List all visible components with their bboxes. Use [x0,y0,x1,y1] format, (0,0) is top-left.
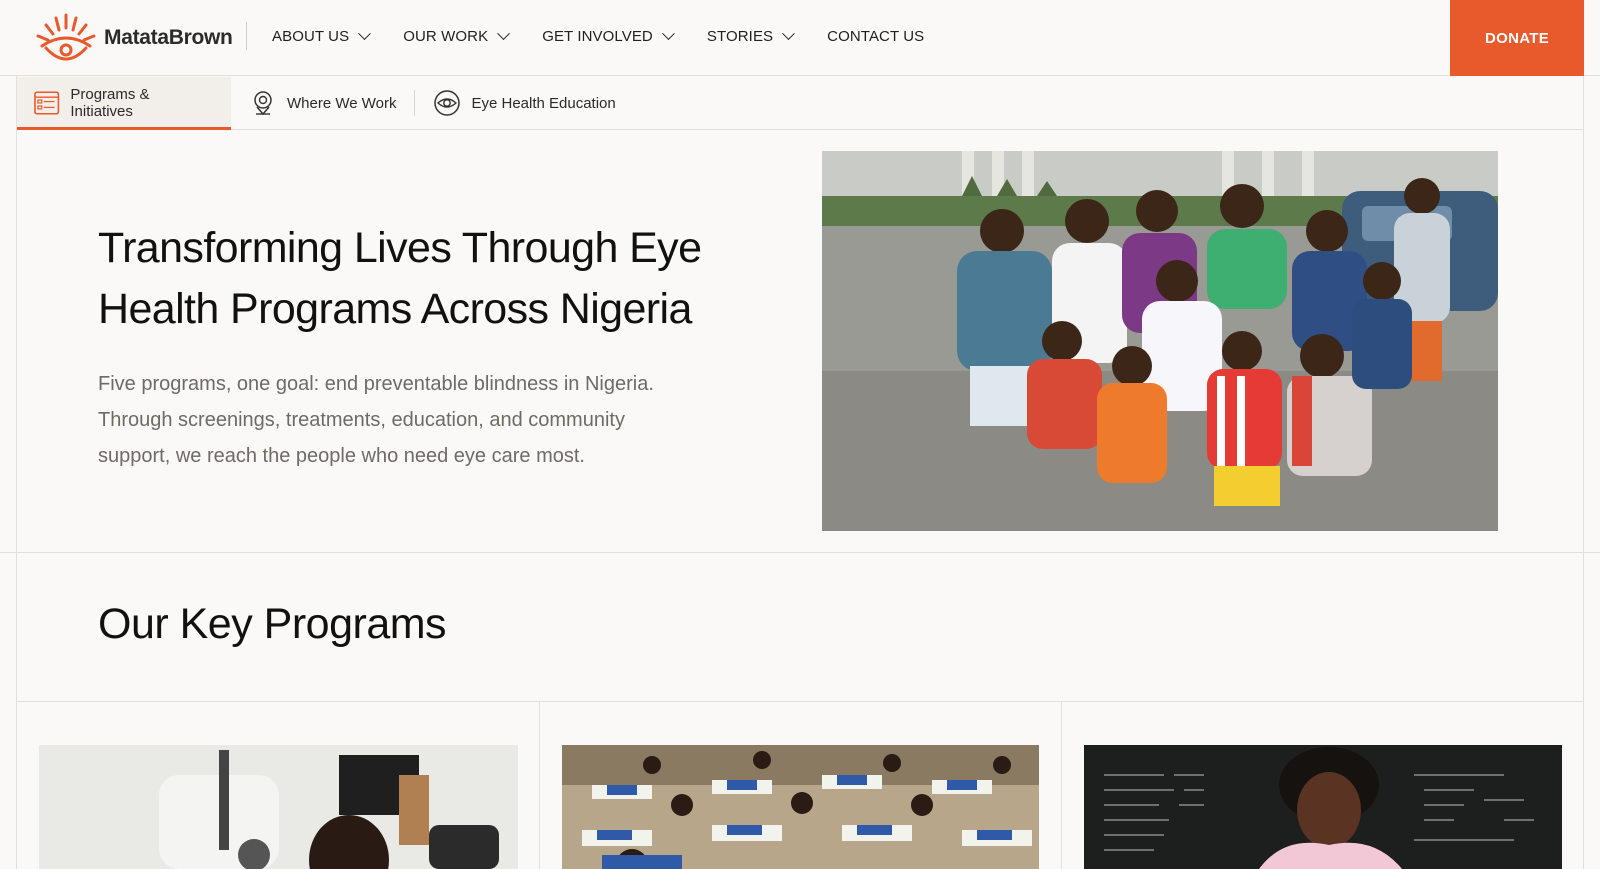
tab-label: Eye Health Education [471,94,616,112]
eye-exam-photo [39,745,518,869]
key-programs-title: Our Key Programs [98,600,447,648]
frame-border-left [16,76,17,869]
nav-our-work[interactable]: OUR WORK [403,26,511,45]
nav-about-us[interactable]: ABOUT US [272,26,372,45]
card-column-divider [1061,702,1062,869]
frame-border-right [1583,76,1584,869]
classroom-photo [562,745,1039,869]
nav-get-involved-label: GET INVOLVED [542,27,653,45]
hero-description: Five programs, one goal: end preventable… [98,373,654,467]
nav-about-us-label: ABOUT US [272,27,350,45]
nav-our-work-label: OUR WORK [403,27,489,45]
nav-get-involved[interactable]: GET INVOLVED [542,26,675,45]
donate-button[interactable]: DONATE [1450,0,1584,76]
hero-title: Transforming Lives Through Eye Health Pr… [98,224,702,333]
hero-photo-children-group [822,151,1498,531]
tab-eye-health-education[interactable]: Eye Health Education [415,77,633,129]
section-divider [17,701,1583,702]
tab-where-we-work[interactable]: Where We Work [231,77,414,129]
list-icon [34,91,60,115]
chevron-down-icon [358,26,372,40]
nav-contact-us[interactable]: CONTACT US [827,28,924,45]
nav-stories-label: STORIES [706,27,774,45]
main-menu: ABOUT US OUR WORK GET INVOLVED STORIES C… [272,0,924,72]
tab-programs-initiatives[interactable]: Programs & Initiatives [17,77,231,130]
eye-icon [434,90,461,116]
chevron-down-icon [497,26,511,40]
program-card-image-eye-exam[interactable] [39,745,518,869]
top-navigation: MatataBrown ABOUT US OUR WORK GET INVOLV… [0,0,1600,76]
chevron-down-icon [782,26,796,40]
logo-divider [246,22,247,50]
tab-label: Programs & Initiatives [70,86,150,120]
nav-stories[interactable]: STORIES [706,26,796,45]
sub-navigation: Programs & Initiatives Where We Work Eye… [17,77,1583,130]
card-column-divider [539,702,540,869]
section-divider [0,552,1600,553]
tab-label: Where We Work [287,94,397,112]
program-card-image-community-education[interactable] [1084,745,1562,869]
chevron-down-icon [662,26,675,40]
teacher-chalkboard-photo [1084,745,1562,869]
brand-logo[interactable]: MatataBrown [34,12,233,64]
program-card-image-school-screening[interactable] [562,745,1039,869]
nav-contact-us-label: CONTACT US [827,27,925,45]
brand-name: MatataBrown [104,26,233,49]
children-photo-illustration [822,151,1498,531]
sun-eye-logo-icon [36,13,96,61]
map-pin-icon [254,91,272,116]
